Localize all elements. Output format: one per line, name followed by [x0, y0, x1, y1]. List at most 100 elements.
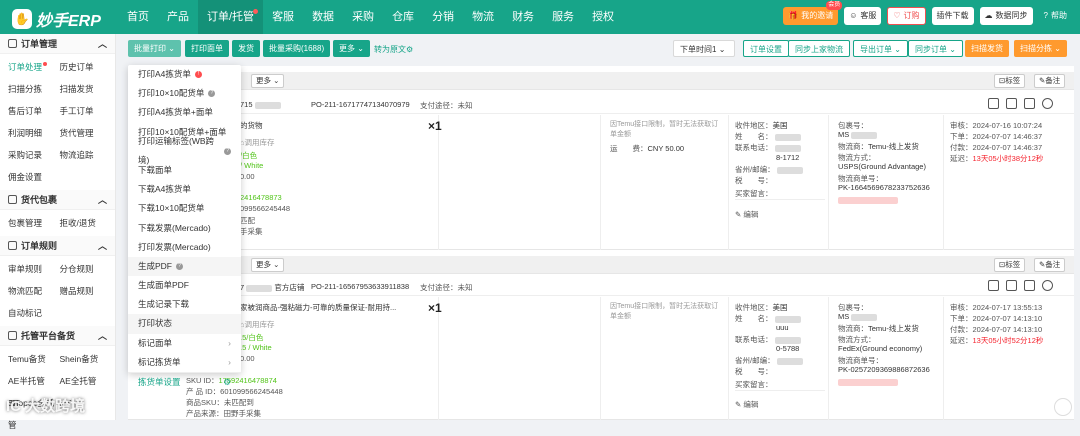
edit-address-button[interactable]: ✎ 编辑 — [735, 399, 758, 410]
menu-mark-picklist[interactable]: 标记拣货单 › — [128, 353, 241, 372]
menu-print-wb-label[interactable]: 打印运输标签(WB跨境)? — [128, 136, 241, 165]
order-settings-button[interactable]: 订单设置 — [743, 40, 789, 57]
print-preview-icon[interactable] — [988, 280, 999, 291]
sidebar-item-ae-full-jit[interactable]: AE全托管JIT — [60, 370, 108, 408]
sidebar-section-order-rules[interactable]: 订单规则 ︿ — [0, 236, 115, 256]
sidebar-item-commission[interactable]: 佣金设置 — [8, 166, 56, 188]
menu-download-a4-picklist[interactable]: 下载A4拣货单 — [128, 180, 241, 199]
menu-mark-label[interactable]: 标记面单 › — [128, 334, 241, 353]
batch-purchase-button[interactable]: 批量采购(1688) — [263, 40, 331, 57]
sidebar-item-tracking[interactable]: 物流追踪 — [60, 144, 108, 166]
nav-home[interactable]: 首页 — [118, 0, 158, 34]
sidebar-section-forwarder-packages[interactable]: 货代包裹 ︿ — [0, 190, 115, 210]
sync-logistics-button[interactable]: 同步上家物流 — [788, 40, 850, 57]
nav-logistics[interactable]: 物流 — [463, 0, 503, 34]
check-circle-icon[interactable] — [1042, 280, 1053, 291]
sidebar-section-order-management[interactable]: 订单管理 ︿ — [0, 34, 115, 54]
sidebar-item-order-processing[interactable]: 订单处理 — [8, 56, 56, 78]
order-time-select[interactable]: 下单时间1 ⌄ — [673, 40, 735, 57]
order-number[interactable]: 715 — [240, 100, 281, 109]
sidebar-item-warehouse-rules[interactable]: 分仓规则 — [60, 258, 108, 280]
sidebar-item-scan-ship[interactable]: 扫描发货 — [60, 78, 108, 100]
sidebar-item-forwarder[interactable]: 货代管理 — [60, 122, 108, 144]
sidebar-item-audit-rules[interactable]: 审单规则 — [8, 258, 56, 280]
printer-icon[interactable] — [1006, 280, 1017, 291]
nav-purchase[interactable]: 采购 — [343, 0, 383, 34]
nav-authorization[interactable]: 授权 — [583, 0, 623, 34]
menu-print-10x10-packlist[interactable]: 打印10×10配货单? — [128, 84, 241, 103]
export-orders-button[interactable]: 导出订单 ⌄ — [853, 40, 908, 57]
sidebar-item-manual-orders[interactable]: 手工订单 — [60, 100, 108, 122]
print-label-button[interactable]: 打印面单 — [185, 40, 229, 57]
menu-print-a4-picklist-label[interactable]: 打印A4拣货单+面单 — [128, 103, 241, 122]
po-number[interactable]: PO-211-16567953633911838 — [311, 282, 409, 291]
sidebar-item-packages[interactable]: 包裹管理 — [8, 212, 56, 234]
sidebar-item-ae-semi-jit[interactable]: AE半托管JIT — [8, 370, 56, 408]
sidebar-section-hosted-stock[interactable]: 托管平台备货 ︿ — [0, 326, 115, 346]
help-button[interactable]: ? 帮助 — [1039, 7, 1072, 25]
sidebar-item-rejected[interactable]: 拒收/退货 — [60, 212, 108, 234]
product-title[interactable]: 的货物 — [240, 120, 263, 131]
scan-sort-button[interactable]: 扫描分拣 ⌄ — [1014, 40, 1067, 57]
ship-button[interactable]: 发货 — [232, 40, 260, 57]
translate-link[interactable]: 转为原文⚙ — [374, 44, 413, 55]
order-more-button[interactable]: 更多 ⌄ — [251, 258, 285, 272]
sidebar-item-logistics-match[interactable]: 物流匹配 — [8, 280, 56, 302]
check-circle-icon[interactable] — [1042, 98, 1053, 109]
menu-print-a4-picklist[interactable]: 打印A4拣货单! — [128, 65, 241, 84]
stock-link[interactable]: ⌂调用库存 — [240, 137, 275, 148]
sidebar-item-temu-stock[interactable]: Temu备货 — [8, 348, 56, 370]
sidebar-item-gift-rules[interactable]: 赠品规则 — [60, 280, 108, 302]
stock-link[interactable]: ⌂调用库存 — [240, 319, 275, 330]
po-number[interactable]: PO-211-16717747134070979 — [311, 100, 410, 109]
printer-icon[interactable] — [1006, 98, 1017, 109]
nav-warehouse[interactable]: 仓库 — [383, 0, 423, 34]
nav-services[interactable]: 服务 — [543, 0, 583, 34]
customer-service-button[interactable]: ☺ 客服 — [844, 7, 882, 25]
scan-ship-button[interactable]: 扫描发货 — [965, 40, 1009, 57]
order-tag-button[interactable]: ⊡标签 — [994, 74, 1026, 88]
sync-orders-button[interactable]: 同步订单 ⌄ — [908, 40, 963, 57]
tracking-number[interactable]: PK-1664569678233752636 — [838, 183, 930, 192]
plugin-download-button[interactable]: 插件下载 — [931, 7, 974, 25]
sidebar-item-purchase-records[interactable]: 采购记录 — [8, 144, 56, 166]
sidebar-item-auto-tag[interactable]: 自动标记 — [8, 302, 56, 324]
sidebar-item-after-sale[interactable]: 售后订单 — [8, 100, 56, 122]
nav-distribution[interactable]: 分销 — [423, 0, 463, 34]
nav-service[interactable]: 客服 — [263, 0, 303, 34]
sidebar-item-scan-sort[interactable]: 扫描分拣 — [8, 78, 56, 100]
edit-address-button[interactable]: ✎ 编辑 — [735, 209, 758, 220]
menu-download-label[interactable]: 下载面单 — [128, 161, 241, 180]
nav-products[interactable]: 产品 — [158, 0, 198, 34]
package-number-value[interactable]: MS — [838, 312, 878, 321]
data-sync-button[interactable]: ☁ 数据同步 — [979, 7, 1033, 25]
menu-download-records[interactable]: 生成记录下载 — [128, 295, 241, 314]
sidebar-item-history-orders[interactable]: 历史订单 — [60, 56, 108, 78]
batch-print-button[interactable]: 批量打印 ⌄ — [128, 40, 181, 57]
clipboard-icon[interactable] — [1024, 98, 1035, 109]
order-note-button[interactable]: ✎备注 — [1034, 74, 1066, 88]
order-number[interactable]: 7 官方店铺 — [240, 282, 304, 293]
sku-id[interactable]: 2416478873 — [240, 193, 282, 202]
nav-orders[interactable]: 订单/托管 — [198, 0, 264, 34]
tracking-number[interactable]: PK-0257209369886872636 — [838, 365, 930, 374]
invite-button[interactable]: 🎁 我的邀请 会员 — [783, 1, 843, 25]
order-more-button[interactable]: 更多 ⌄ — [251, 74, 285, 88]
order-note-button[interactable]: ✎备注 — [1034, 258, 1066, 272]
nav-finance[interactable]: 财务 — [503, 0, 543, 34]
nav-data[interactable]: 数据 — [303, 0, 343, 34]
product-title[interactable]: 家被润商品-强粘磁力-可靠的质量保证-耐用持... — [240, 302, 396, 313]
package-number-value[interactable]: MS — [838, 130, 878, 139]
menu-picklist-settings[interactable]: 拣货单设置 ⚙ — [128, 372, 241, 391]
scroll-top-button[interactable] — [1054, 398, 1072, 416]
clipboard-icon[interactable] — [1024, 280, 1035, 291]
sidebar-item-profit-detail[interactable]: 利润明细 — [8, 122, 56, 144]
more-button[interactable]: 更多 ⌄ — [333, 40, 370, 57]
sidebar-item-shein-stock[interactable]: Shein备货 — [60, 348, 108, 370]
menu-print-invoice[interactable]: 打印发票(Mercado) — [128, 238, 241, 257]
print-preview-icon[interactable] — [988, 98, 999, 109]
subscribe-button[interactable]: ♡ 订购 — [887, 7, 926, 25]
menu-download-invoice[interactable]: 下载发票(Mercado) — [128, 219, 241, 238]
order-tag-button[interactable]: ⊡标签 — [994, 258, 1026, 272]
menu-generate-label-pdf[interactable]: 生成面单PDF — [128, 276, 241, 295]
